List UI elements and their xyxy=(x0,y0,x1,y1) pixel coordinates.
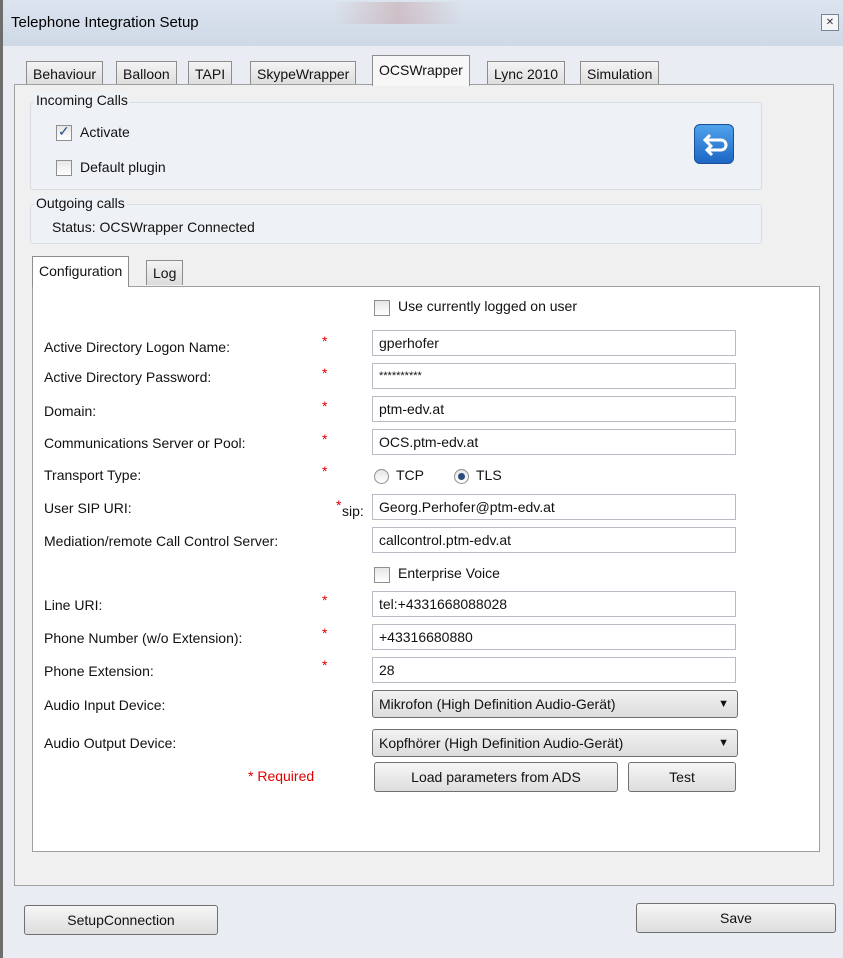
telephone-setup-window: Telephone Integration Setup ✕ Behaviour … xyxy=(0,0,843,958)
tab-log[interactable]: Log xyxy=(146,260,184,285)
tab-simulation[interactable]: Simulation xyxy=(580,61,660,86)
required-note: * Required xyxy=(248,768,315,784)
audio-input-value: Mikrofon (High Definition Audio-Gerät) xyxy=(379,696,616,712)
default-plugin-label: Default plugin xyxy=(80,159,166,175)
transport-tls-label: TLS xyxy=(476,467,502,483)
logon-name-label: Active Directory Logon Name: xyxy=(44,339,230,355)
line-uri-input[interactable]: tel:+4331668088028 xyxy=(372,591,736,617)
audio-output-label: Audio Output Device: xyxy=(44,735,177,751)
titlebar-blur xyxy=(333,2,463,24)
mediation-label: Mediation/remote Call Control Server: xyxy=(44,533,279,549)
checkmark-icon: ✓ xyxy=(58,123,70,139)
mediation-input[interactable]: callcontrol.ptm-edv.at xyxy=(372,527,736,553)
use-current-user-checkbox[interactable] xyxy=(374,300,390,316)
enterprise-voice-checkbox[interactable] xyxy=(374,567,390,583)
close-button[interactable]: ✕ xyxy=(821,14,839,31)
password-input[interactable]: ********** xyxy=(372,363,736,389)
close-icon: ✕ xyxy=(825,17,835,28)
tab-label: Lync 2010 xyxy=(494,66,559,82)
transport-tcp-label: TCP xyxy=(396,467,424,483)
required-mark: * xyxy=(322,398,328,414)
tab-label: Balloon xyxy=(123,66,170,82)
window-title: Telephone Integration Setup xyxy=(11,14,199,31)
activate-checkbox[interactable]: ✓ xyxy=(56,123,72,141)
load-from-ads-button[interactable]: Load parameters from ADS xyxy=(374,762,618,792)
required-mark: * xyxy=(322,592,328,608)
enterprise-voice-label: Enterprise Voice xyxy=(398,565,500,581)
audio-input-label: Audio Input Device: xyxy=(44,697,166,713)
audio-input-select[interactable]: Mikrofon (High Definition Audio-Gerät) ▼ xyxy=(372,690,738,718)
required-mark: * xyxy=(336,497,342,513)
required-mark: * xyxy=(322,333,328,349)
phone-number-label: Phone Number (w/o Extension): xyxy=(44,630,243,646)
tab-label: Configuration xyxy=(39,263,123,279)
tab-label: OCSWrapper xyxy=(379,62,463,78)
tab-balloon[interactable]: Balloon xyxy=(116,61,177,86)
tab-label: Log xyxy=(153,265,177,281)
chevron-down-icon: ▼ xyxy=(718,698,729,710)
radio-selected-dot xyxy=(458,473,465,480)
required-mark: * xyxy=(322,463,328,479)
extension-label: Phone Extension: xyxy=(44,663,154,679)
phone-number-input[interactable]: +43316680880 xyxy=(372,624,736,650)
tab-label: SkypeWrapper xyxy=(257,66,350,82)
use-current-user-label: Use currently logged on user xyxy=(398,298,577,314)
sip-uri-input[interactable]: Georg.Perhofer@ptm-edv.at xyxy=(372,494,736,520)
tab-label: TAPI xyxy=(195,66,226,82)
extension-input[interactable]: 28 xyxy=(372,657,736,683)
audio-output-select[interactable]: Kopfhörer (High Definition Audio-Gerät) … xyxy=(372,729,738,757)
server-label: Communications Server or Pool: xyxy=(44,435,246,451)
line-uri-label: Line URI: xyxy=(44,597,103,613)
sip-uri-label: User SIP URI: xyxy=(44,500,132,516)
required-mark: * xyxy=(322,365,328,381)
test-button[interactable]: Test xyxy=(628,762,736,792)
transport-tcp-radio[interactable] xyxy=(374,469,389,484)
password-label: Active Directory Password: xyxy=(44,369,212,385)
server-input[interactable]: OCS.ptm-edv.at xyxy=(372,429,736,455)
required-mark: * xyxy=(322,657,328,673)
tab-ocswrapper[interactable]: OCSWrapper xyxy=(372,55,470,86)
transport-label: Transport Type: xyxy=(44,467,142,483)
chevron-down-icon: ▼ xyxy=(718,737,729,749)
transport-tls-radio[interactable] xyxy=(454,469,469,484)
tab-label: Behaviour xyxy=(33,66,97,82)
incoming-calls-title: Incoming Calls xyxy=(34,92,130,108)
title-bar: Telephone Integration Setup ✕ xyxy=(3,0,843,46)
required-mark: * xyxy=(322,431,328,447)
incoming-calls-group xyxy=(30,102,762,190)
domain-input[interactable]: ptm-edv.at xyxy=(372,396,736,422)
tab-skypewrapper[interactable]: SkypeWrapper xyxy=(250,61,357,86)
tab-lync-2010[interactable]: Lync 2010 xyxy=(487,61,566,86)
outgoing-calls-title: Outgoing calls xyxy=(34,195,127,211)
tab-configuration[interactable]: Configuration xyxy=(32,256,130,287)
swap-arrows-icon[interactable] xyxy=(694,124,734,164)
setup-connection-button[interactable]: SetupConnection xyxy=(24,905,218,935)
swap-arrows-glyph xyxy=(702,133,728,157)
tab-behaviour[interactable]: Behaviour xyxy=(26,61,104,86)
logon-name-input[interactable]: gperhofer xyxy=(372,330,736,356)
tab-label: Simulation xyxy=(587,66,653,82)
window-border xyxy=(0,0,3,958)
activate-label: Activate xyxy=(80,124,130,140)
domain-label: Domain: xyxy=(44,403,97,419)
audio-output-value: Kopfhörer (High Definition Audio-Gerät) xyxy=(379,735,624,751)
save-button[interactable]: Save xyxy=(636,903,836,933)
required-mark: * xyxy=(322,625,328,641)
default-plugin-checkbox[interactable] xyxy=(56,160,72,176)
connection-status: Status: OCSWrapper Connected xyxy=(52,219,255,235)
tab-tapi[interactable]: TAPI xyxy=(188,61,233,86)
sip-prefix: sip: xyxy=(342,503,364,519)
